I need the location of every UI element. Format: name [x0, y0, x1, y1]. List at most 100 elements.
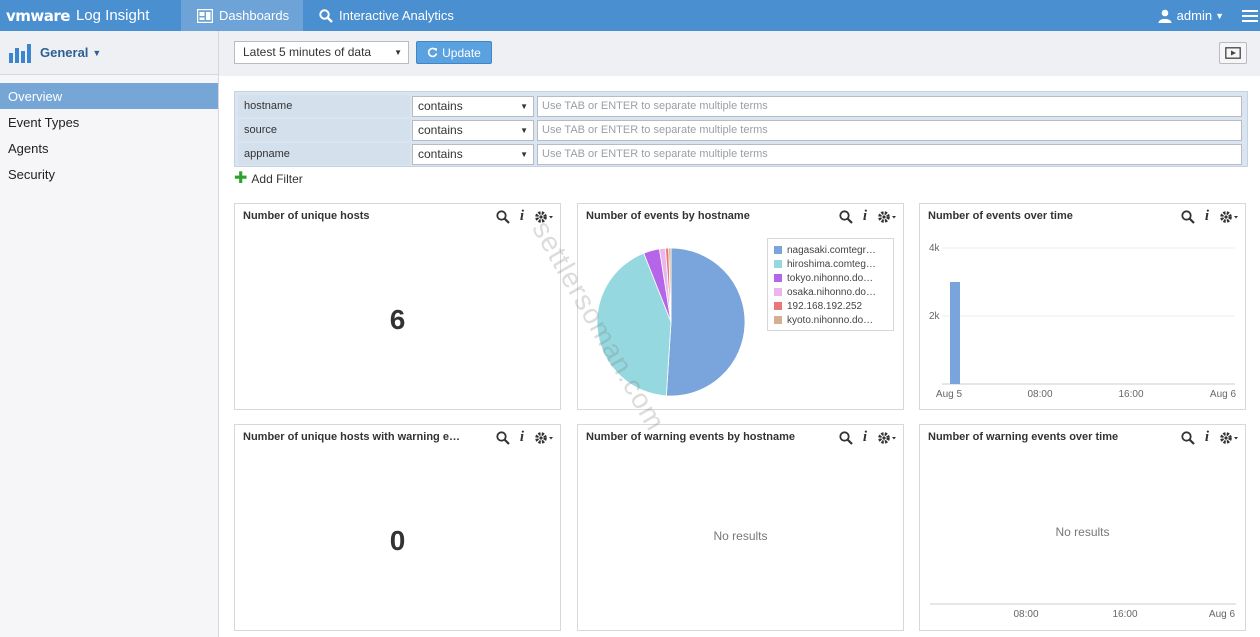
x-tick-label: 08:00 — [1013, 609, 1038, 620]
tab-dashboards[interactable]: Dashboards — [181, 0, 303, 31]
pie-chart[interactable] — [591, 242, 751, 402]
filter-terms-input[interactable]: Use TAB or ENTER to separate multiple te… — [537, 119, 1242, 141]
filter-row: hostname contains ▼ Use TAB or ENTER to s… — [238, 94, 1244, 118]
widget-unique-hosts-warning: Number of unique hosts with warning e… i… — [234, 424, 561, 631]
update-button[interactable]: Update — [416, 41, 492, 64]
legend-swatch — [774, 260, 782, 268]
chevron-down-icon: ▼ — [92, 47, 102, 58]
plus-icon: ✚ — [234, 170, 248, 187]
y-tick-label: 4k — [929, 243, 941, 254]
filter-terms-input[interactable]: Use TAB or ENTER to separate multiple te… — [537, 95, 1242, 117]
widget-tools: i — [1181, 208, 1239, 225]
search-icon[interactable] — [496, 209, 510, 224]
gear-icon[interactable] — [534, 431, 554, 445]
search-icon[interactable] — [839, 430, 853, 445]
toolbar: Latest 5 minutes of data ▼ Update — [219, 31, 1260, 76]
bar[interactable] — [950, 282, 960, 384]
info-icon[interactable]: i — [1205, 208, 1209, 225]
widget-title: Number of events over time — [928, 210, 1073, 222]
info-icon[interactable]: i — [520, 429, 524, 446]
chevron-down-icon: ▼ — [520, 101, 528, 111]
legend-item[interactable]: 192.168.192.252 — [774, 299, 887, 313]
brand-product: Log Insight — [75, 7, 150, 24]
sidebar-item-event-types[interactable]: Event Types — [0, 109, 218, 135]
hamburger-menu-icon[interactable] — [1242, 7, 1258, 25]
x-tick-label: Aug 5 — [936, 389, 963, 400]
chevron-down-icon: ▼ — [394, 48, 402, 57]
filter-operator-select[interactable]: contains ▼ — [412, 143, 534, 165]
widget-unique-hosts: Number of unique hosts i 6 — [234, 203, 561, 410]
chevron-down-icon: ▼ — [520, 125, 528, 135]
pie-slice[interactable] — [665, 247, 746, 397]
widget-events-over-time: Number of events over time i 4k 2k Aug 5 08… — [919, 203, 1246, 410]
brand-logo[interactable]: vmware Log Insight — [0, 0, 181, 31]
legend-label: nagasaki.comtegr… — [787, 244, 876, 256]
legend-label: 192.168.192.252 — [787, 300, 863, 312]
info-icon[interactable]: i — [863, 429, 867, 446]
tab-interactive-analytics[interactable]: Interactive Analytics — [303, 0, 470, 31]
user-menu[interactable]: admin ▼ — [1158, 8, 1224, 23]
x-tick-label: 16:00 — [1118, 389, 1143, 400]
info-icon[interactable]: i — [863, 208, 867, 225]
metric-value: 0 — [389, 525, 406, 556]
filter-field-appname: appname — [238, 143, 410, 165]
filter-operator-select[interactable]: contains ▼ — [412, 95, 534, 117]
user-name: admin — [1176, 8, 1213, 23]
add-filter-label: Add Filter — [251, 172, 303, 186]
time-range-value: Latest 5 minutes of data — [243, 45, 372, 59]
legend-label: tokyo.nihonno.do… — [787, 272, 874, 284]
gear-icon[interactable] — [534, 210, 554, 224]
legend-swatch — [774, 316, 782, 324]
refresh-icon — [427, 47, 438, 58]
legend-swatch — [774, 274, 782, 282]
legend-swatch — [774, 246, 782, 254]
info-icon[interactable]: i — [520, 208, 524, 225]
sidebar-item-overview[interactable]: Overview — [0, 83, 218, 109]
chart-legend: nagasaki.comtegr… hiroshima.comteg… tokyo.… — [767, 238, 894, 331]
filter-operator-value: contains — [418, 146, 463, 161]
gear-icon[interactable] — [877, 210, 897, 224]
dashboard-group-selector[interactable]: General ▼ — [0, 31, 218, 75]
x-tick-label: 08:00 — [1027, 389, 1052, 400]
filter-operator-select[interactable]: contains ▼ — [412, 119, 534, 141]
legend-item[interactable]: kyoto.nihonno.do… — [774, 313, 887, 327]
widget-tools: i — [839, 429, 897, 446]
sidebar-list: Overview Event Types Agents Security — [0, 83, 218, 187]
legend-item[interactable]: osaka.nihonno.do… — [774, 285, 887, 299]
presentation-mode-button[interactable] — [1219, 42, 1247, 64]
filter-terms-input[interactable]: Use TAB or ENTER to separate multiple te… — [537, 143, 1242, 165]
widget-warning-events-over-time: Number of warning events over time i No … — [919, 424, 1246, 631]
time-range-select[interactable]: Latest 5 minutes of data ▼ — [234, 41, 409, 64]
events-over-time-chart[interactable]: 4k 2k Aug 5 08:00 16:00 Aug 6 — [920, 230, 1247, 410]
gear-icon[interactable] — [1219, 210, 1239, 224]
search-icon[interactable] — [1181, 209, 1195, 224]
filter-operator-value: contains — [418, 98, 463, 113]
sidebar-item-agents[interactable]: Agents — [0, 135, 218, 161]
search-icon[interactable] — [839, 209, 853, 224]
dashboard-group-title: General — [40, 45, 89, 60]
sidebar-item-security[interactable]: Security — [0, 161, 218, 187]
update-button-label: Update — [442, 45, 481, 60]
x-tick-label: Aug 6 — [1210, 389, 1237, 400]
filter-field-hostname: hostname — [238, 95, 410, 117]
legend-item[interactable]: nagasaki.comtegr… — [774, 243, 887, 257]
search-icon — [319, 8, 333, 23]
widget-tools: i — [839, 208, 897, 225]
widget-events-by-hostname: Number of events by hostname i nagasaki.… — [577, 203, 904, 410]
dashboard-icon — [197, 8, 213, 23]
gear-icon[interactable] — [877, 431, 897, 445]
widget-warning-events-by-hostname: Number of warning events by hostname i N… — [577, 424, 904, 631]
y-tick-label: 2k — [929, 311, 941, 322]
legend-label: hiroshima.comteg… — [787, 258, 876, 270]
warning-over-time-chart: 08:00 16:00 Aug 6 — [930, 603, 1236, 620]
search-icon[interactable] — [496, 430, 510, 445]
filter-operator-value: contains — [418, 122, 463, 137]
presentation-icon — [1225, 47, 1241, 59]
user-icon — [1158, 9, 1172, 23]
widget-title: Number of warning events by hostname — [586, 431, 796, 443]
legend-item[interactable]: tokyo.nihonno.do… — [774, 271, 887, 285]
add-filter-button[interactable]: ✚ Add Filter — [234, 170, 303, 187]
widget-tools: i — [496, 429, 554, 446]
x-tick-label: Aug 6 — [1209, 609, 1236, 620]
legend-item[interactable]: hiroshima.comteg… — [774, 257, 887, 271]
